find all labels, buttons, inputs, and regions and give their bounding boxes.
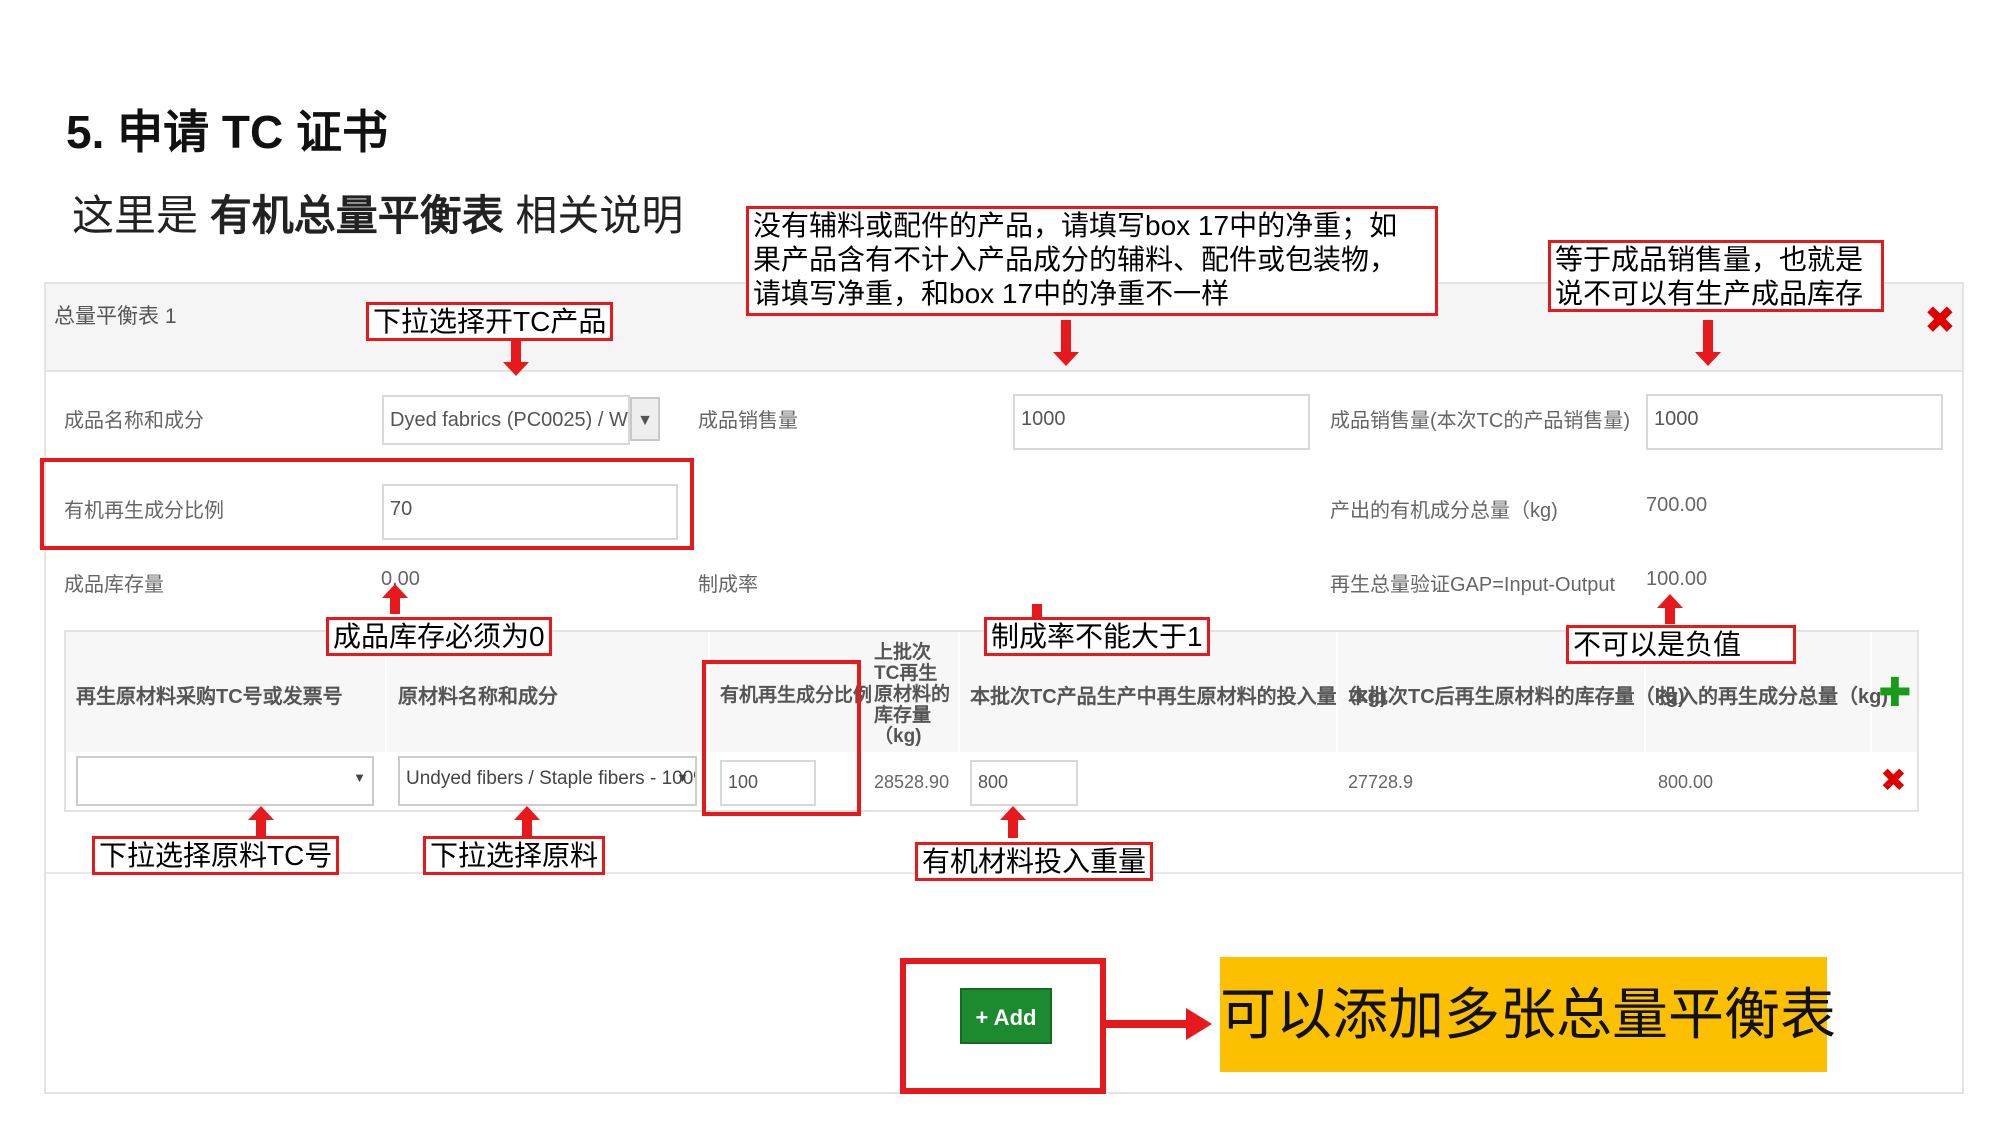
th-prev-stock: 上批次TC再生原材料的库存量（kg) [874, 642, 951, 747]
chevron-down-icon[interactable]: ▼ [630, 397, 660, 441]
row-ratio-highlight-box [702, 660, 861, 816]
annotation-product-dropdown: 下拉选择开TC产品 [366, 302, 614, 341]
row-input-field[interactable]: 800 [970, 760, 1078, 806]
material-select[interactable]: Undyed fibers / Staple fibers - 100% F ▼ [398, 756, 697, 806]
arrow-up-icon [1000, 806, 1026, 820]
annotation-select-material: 下拉选择原料 [423, 836, 606, 875]
prev-stock-value: 28528.90 [874, 772, 950, 792]
arrow-up-icon [514, 806, 540, 820]
th-input: 本批次TC产品生产中再生原材料的投入量（kg) [970, 686, 1387, 708]
arrow-down-icon [503, 362, 529, 376]
gap-label: 再生总量验证GAP=Input-Output [1330, 574, 1616, 596]
arrow-down-icon [1695, 352, 1721, 366]
th-total-input: 投入的再生成分总量（kg) [1658, 686, 1888, 708]
th-tc-no: 再生原材料采购TC号或发票号 [76, 686, 343, 708]
arrow-stem [1032, 604, 1042, 618]
total-input-value: 800.00 [1658, 772, 1714, 792]
panel-title: 总量平衡表 1 [54, 305, 177, 328]
subtitle-bold: 有机总量平衡表 [209, 192, 504, 239]
material-value: Undyed fibers / Staple fibers - 100% F [406, 768, 697, 789]
product-label: 成品名称和成分 [64, 410, 204, 432]
arrow-stem [522, 820, 532, 836]
add-button-highlight-box [900, 958, 1106, 1094]
sales-input[interactable]: 1000 [1013, 394, 1310, 450]
column-divider [958, 632, 960, 752]
arrow-stem [1703, 320, 1713, 352]
annotation-not-negative: 不可以是负值 [1566, 625, 1796, 664]
subtitle-prefix: 这里是 [72, 192, 199, 239]
gap-value: 100.00 [1646, 568, 1708, 590]
caret-down-icon: ▼ [676, 770, 689, 785]
tc-sales-input[interactable]: 1000 [1646, 394, 1943, 450]
arrow-up-icon [1657, 594, 1683, 608]
output-value: 700.00 [1646, 494, 1708, 516]
yield-label: 制成率 [698, 574, 758, 596]
th-material: 原材料名称和成分 [398, 686, 558, 708]
stock-label: 成品库存量 [64, 574, 164, 596]
sales-label: 成品销售量 [698, 410, 798, 432]
arrow-stem [390, 598, 400, 614]
arrow-stem [511, 340, 521, 362]
add-more-callout: 可以添加多张总量平衡表 [1220, 957, 1836, 1072]
annotation-stock-zero: 成品库存必须为0 [326, 617, 552, 656]
tc-sales-label: 成品销售量(本次TC的产品销售量) [1330, 410, 1630, 432]
after-stock-value: 27728.9 [1348, 772, 1414, 792]
slide-title: 5. 申请 TC 证书 [66, 106, 389, 158]
th-after-stock: 本批次TC后再生原材料的库存量（kg) [1348, 686, 1685, 708]
arrow-up-icon [382, 584, 408, 598]
arrow-right-icon [1186, 1008, 1212, 1040]
slide-subtitle: 这里是 有机总量平衡表 相关说明 [72, 182, 683, 243]
arrow-stem [1665, 608, 1675, 624]
arrow-stem [1061, 320, 1071, 352]
add-row-icon[interactable]: ✚ [1878, 673, 1912, 713]
ratio-highlight-box [40, 458, 694, 550]
tc-no-select[interactable]: ▼ [76, 756, 374, 806]
close-icon[interactable]: ✖ [1924, 302, 1956, 340]
delete-row-icon[interactable]: ✖ [1880, 764, 1907, 796]
arrow-stem [256, 820, 266, 836]
arrow-stem [1106, 1020, 1186, 1028]
output-label: 产出的有机成分总量（kg) [1330, 500, 1558, 522]
annotation-input-weight: 有机材料投入重量 [915, 842, 1154, 881]
annotation-select-tc: 下拉选择原料TC号 [92, 836, 340, 875]
subtitle-suffix: 相关说明 [515, 192, 684, 239]
arrow-stem [1008, 820, 1018, 838]
annotation-equal-sales: 等于成品销售量，也就是 说不可以有生产成品库存 [1548, 240, 1884, 312]
caret-down-icon: ▼ [353, 770, 366, 785]
product-select[interactable]: Dyed fabrics (PC0025) / Wove [382, 395, 630, 445]
annotation-net-weight: 没有辅料或配件的产品，请填写box 17中的净重；如 果产品含有不计入产品成分的… [746, 206, 1438, 316]
annotation-yield-max: 制成率不能大于1 [984, 617, 1210, 656]
arrow-up-icon [248, 806, 274, 820]
arrow-down-icon [1053, 352, 1079, 366]
